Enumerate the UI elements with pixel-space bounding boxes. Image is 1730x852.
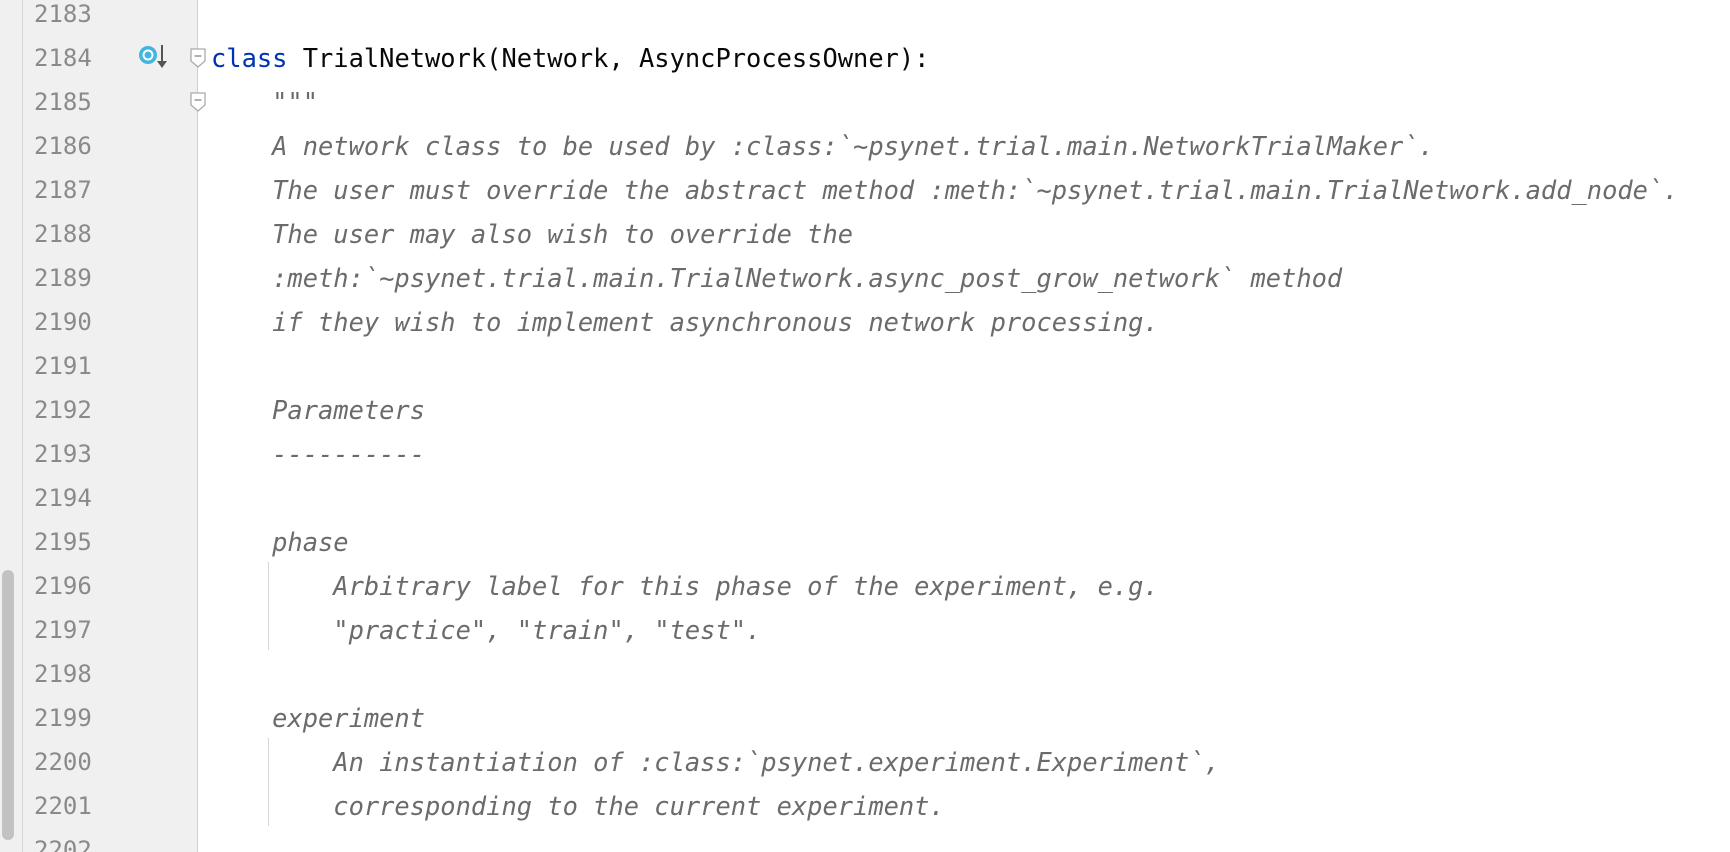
- docstring-token: "practice", "train", "test".: [211, 615, 762, 645]
- line-number: 2195: [34, 528, 92, 556]
- docstring-token: """: [211, 87, 319, 117]
- code-text[interactable]: An instantiation of :class:`psynet.exper…: [211, 740, 1220, 784]
- override-method-icon[interactable]: [137, 41, 169, 71]
- docstring-token: The user may also wish to override the: [211, 219, 854, 249]
- docstring-token: corresponding to the current experiment.: [211, 791, 945, 821]
- indent-guide: [268, 738, 269, 826]
- code-line[interactable]: 2201 corresponding to the current experi…: [0, 784, 1730, 828]
- fold-doc-icon[interactable]: [190, 92, 206, 112]
- code-line[interactable]: 2186 A network class to be used by :clas…: [0, 124, 1730, 168]
- line-number: 2198: [34, 660, 92, 688]
- code-line[interactable]: 2187 The user must override the abstract…: [0, 168, 1730, 212]
- line-number: 2187: [34, 176, 92, 204]
- docstring-token: Arbitrary label for this phase of the ex…: [211, 571, 1159, 601]
- line-number: 2183: [34, 0, 92, 28]
- code-text[interactable]: class TrialNetwork(Network, AsyncProcess…: [211, 36, 929, 80]
- docstring-token: A network class to be used by :class:`~p…: [211, 131, 1434, 161]
- code-line[interactable]: 2197 "practice", "train", "test".: [0, 608, 1730, 652]
- docstring-token: :meth:`~psynet.trial.main.TrialNetwork.a…: [211, 263, 1343, 293]
- code-text[interactable]: A network class to be used by :class:`~p…: [211, 124, 1434, 168]
- line-number: 2200: [34, 748, 92, 776]
- code-line[interactable]: 2191: [0, 344, 1730, 388]
- line-number: 2192: [34, 396, 92, 424]
- code-line[interactable]: 2195 phase: [0, 520, 1730, 564]
- line-number: 2190: [34, 308, 92, 336]
- docstring-token: The user must override the abstract meth…: [211, 175, 1679, 205]
- code-line[interactable]: 2192 Parameters: [0, 388, 1730, 432]
- docstring-token: ----------: [211, 439, 426, 469]
- code-token: TrialNetwork(Network, AsyncProcessOwner)…: [287, 43, 930, 73]
- line-number: 2188: [34, 220, 92, 248]
- line-number: 2193: [34, 440, 92, 468]
- docstring-token: if they wish to implement asynchronous n…: [211, 307, 1159, 337]
- code-text[interactable]: The user may also wish to override the: [211, 212, 853, 256]
- code-line[interactable]: 2194: [0, 476, 1730, 520]
- code-line[interactable]: 2188 The user may also wish to override …: [0, 212, 1730, 256]
- code-line[interactable]: 2202: [0, 828, 1730, 852]
- line-number: 2189: [34, 264, 92, 292]
- line-number: 2194: [34, 484, 92, 512]
- line-number: 2202: [34, 836, 92, 852]
- code-editor[interactable]: 2183 2184 class TrialNetwork(Network, Asyn…: [0, 0, 1730, 852]
- docstring-token: Parameters: [211, 395, 426, 425]
- docstring-token: phase: [211, 527, 349, 557]
- code-text[interactable]: corresponding to the current experiment.: [211, 784, 945, 828]
- code-text[interactable]: """: [211, 80, 318, 124]
- line-number: 2201: [34, 792, 92, 820]
- code-text[interactable]: phase: [211, 520, 349, 564]
- code-text[interactable]: Arbitrary label for this phase of the ex…: [211, 564, 1159, 608]
- code-line[interactable]: 2193 ----------: [0, 432, 1730, 476]
- line-number: 2184: [34, 44, 92, 72]
- code-text[interactable]: ----------: [211, 432, 425, 476]
- code-text[interactable]: :meth:`~psynet.trial.main.TrialNetwork.a…: [211, 256, 1342, 300]
- code-line[interactable]: 2183: [0, 0, 1730, 36]
- code-line[interactable]: 2196 Arbitrary label for this phase of t…: [0, 564, 1730, 608]
- code-line[interactable]: 2190 if they wish to implement asynchron…: [0, 300, 1730, 344]
- line-number: 2196: [34, 572, 92, 600]
- code-text[interactable]: experiment: [211, 696, 425, 740]
- code-line[interactable]: 2184 class TrialNetwork(Network, AsyncPro…: [0, 36, 1730, 80]
- line-number: 2186: [34, 132, 92, 160]
- indent-guide: [268, 562, 269, 650]
- code-line[interactable]: 2199 experiment: [0, 696, 1730, 740]
- code-line[interactable]: 2198: [0, 652, 1730, 696]
- code-text[interactable]: "practice", "train", "test".: [211, 608, 761, 652]
- line-number: 2191: [34, 352, 92, 380]
- fold-start-icon[interactable]: [190, 48, 206, 68]
- code-line[interactable]: 2200 An instantiation of :class:`psynet.…: [0, 740, 1730, 784]
- code-text[interactable]: if they wish to implement asynchronous n…: [211, 300, 1159, 344]
- code-line[interactable]: 2185 """: [0, 80, 1730, 124]
- line-number: 2197: [34, 616, 92, 644]
- keyword-token: class: [211, 43, 288, 73]
- code-text[interactable]: Parameters: [211, 388, 425, 432]
- code-line[interactable]: 2189 :meth:`~psynet.trial.main.TrialNetw…: [0, 256, 1730, 300]
- docstring-token: An instantiation of :class:`psynet.exper…: [211, 747, 1220, 777]
- docstring-token: experiment: [211, 703, 426, 733]
- line-number: 2199: [34, 704, 92, 732]
- code-text[interactable]: The user must override the abstract meth…: [211, 168, 1679, 212]
- line-number: 2185: [34, 88, 92, 116]
